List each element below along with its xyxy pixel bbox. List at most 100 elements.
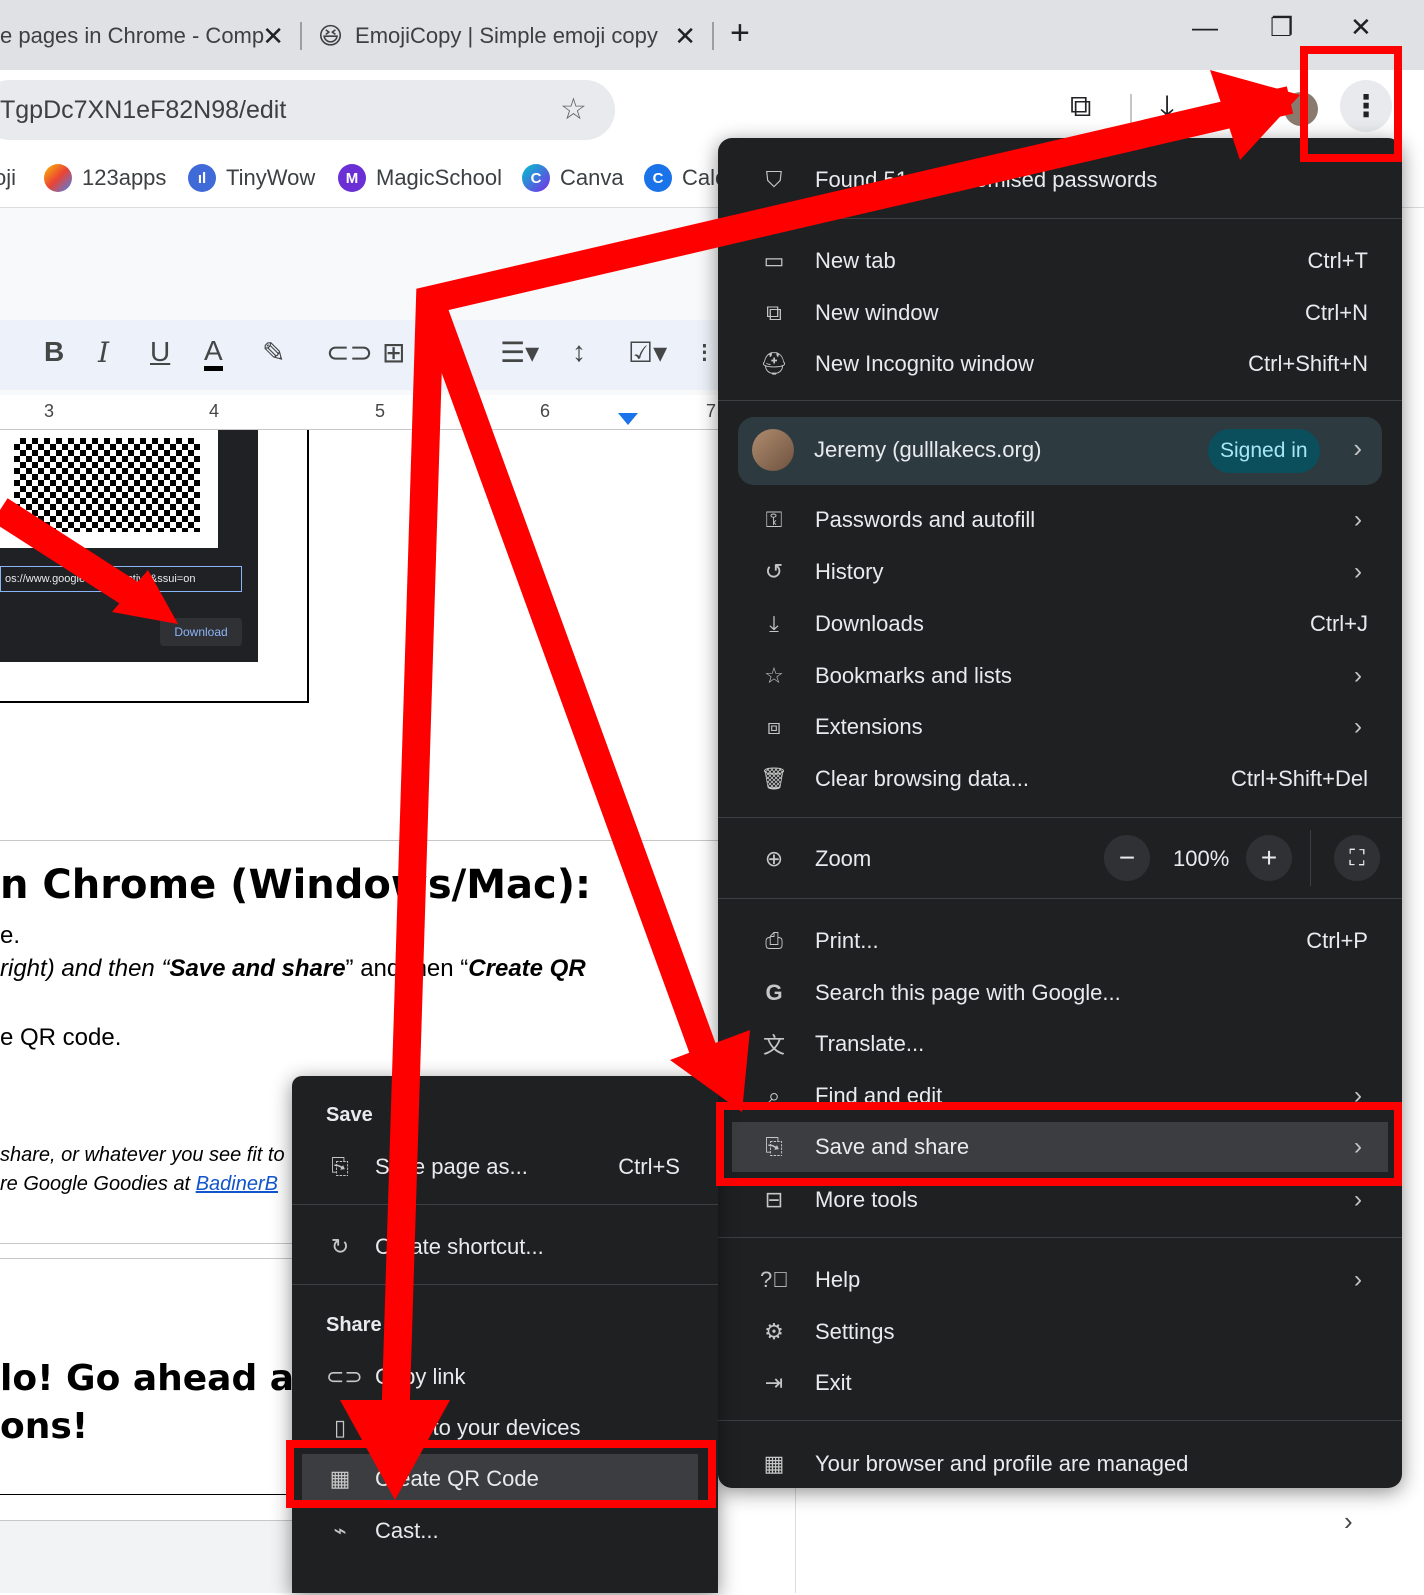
minimize-icon[interactable]: — [1192, 12, 1218, 43]
submenu-item-cast[interactable]: ⌁ Cast... [292, 1506, 718, 1556]
shortcut-icon: ↻ [330, 1234, 350, 1259]
profile-name: Jeremy (gulllakecs.org) [814, 437, 1042, 462]
restore-icon[interactable]: ❐ [1270, 12, 1293, 43]
tab-chrome-pages[interactable]: e pages in Chrome - Comp ✕ [0, 12, 290, 60]
menu-item-incognito[interactable]: ⛑ New Incognito window Ctrl+Shift+N [718, 339, 1402, 389]
align-icon[interactable]: ☰▾ [500, 336, 539, 369]
menu-item-managed[interactable]: ▦ Your browser and profile are managed [718, 1439, 1402, 1489]
chevron-right-icon: › [1354, 713, 1362, 740]
bookmark-magicschool[interactable]: M MagicSchool [338, 158, 502, 198]
embedded-screenshot [0, 1520, 300, 1593]
bold-button[interactable]: B [44, 336, 64, 368]
divider [0, 1243, 300, 1244]
divider [0, 1258, 300, 1259]
menu-item-new-tab[interactable]: ▭ New tab Ctrl+T [718, 236, 1402, 286]
toolbar-separator [1130, 94, 1132, 124]
menu-item-passwords[interactable]: ⚿ Passwords and autofill › [718, 495, 1402, 545]
italic-button[interactable]: I [98, 336, 109, 369]
bookmark-star-icon[interactable]: ☆ [560, 92, 587, 127]
menu-item-extensions[interactable]: ⧈ Extensions › [718, 702, 1402, 752]
menu-item-clear-data[interactable]: 🗑 Clear browsing data... Ctrl+Shift+Del [718, 754, 1402, 804]
menu-item-security[interactable]: ⛉ Found 51 compromised passwords [718, 155, 1402, 205]
line-spacing-icon[interactable]: ↕ [572, 336, 586, 368]
annotation-box-menu-button [1300, 46, 1402, 162]
menu-separator [718, 1237, 1402, 1238]
menu-item-downloads[interactable]: ⤓ Downloads Ctrl+J [718, 599, 1402, 649]
submenu-item-create-shortcut[interactable]: ↻ Create shortcut... [292, 1222, 718, 1272]
signed-in-badge: Signed in [1208, 429, 1320, 473]
translate-icon: 文 [762, 1033, 785, 1058]
menu-item-search-google[interactable]: G Search this page with Google... [718, 968, 1402, 1018]
menu-item-exit[interactable]: ⇥ Exit [718, 1358, 1402, 1408]
help-icon: ?⃝ [760, 1267, 789, 1292]
screencast-extension-icon[interactable]: ▶ [944, 92, 978, 126]
doc-line: e. [0, 922, 21, 949]
menu-separator [718, 1420, 1402, 1421]
checklist-icon[interactable]: ☑▾ [628, 336, 667, 369]
menu-item-translate[interactable]: 文 Translate... [718, 1019, 1402, 1069]
toolbox-icon: ⊟ [764, 1187, 784, 1212]
chevron-right-icon: › [1354, 662, 1362, 689]
text-color-button[interactable]: A [204, 336, 223, 371]
address-text: TgpDc7XN1eF82N98/edit [0, 95, 287, 124]
badiner-link[interactable]: BadinerB [196, 1173, 278, 1195]
insert-link-icon[interactable]: ⊂⊃ [326, 336, 373, 369]
b-extension-icon[interactable]: b [696, 92, 730, 126]
zoom-out-button[interactable]: − [1104, 835, 1150, 881]
bookmark-tinywow[interactable]: ıl TinyWow [188, 158, 315, 198]
adblock-extension-icon[interactable]: ABP [634, 92, 668, 126]
menu-item-history[interactable]: ↺ History › [718, 547, 1402, 597]
zoom-icon: ⊕ [764, 846, 784, 871]
tab-strip: e pages in Chrome - Comp ✕ 😆 EmojiCopy |… [0, 0, 1424, 70]
menu-item-new-window[interactable]: ⧉ New window Ctrl+N [718, 288, 1402, 338]
face-extension-icon[interactable]: ☺ [758, 92, 792, 126]
bullet-list-icon[interactable]: ⁝ [700, 336, 709, 369]
bookmark-emoji[interactable]: oji [0, 158, 16, 198]
highlight-pen-icon[interactable]: ✎ [262, 336, 285, 369]
download-icon[interactable]: ⤓ [1160, 88, 1174, 126]
menu-separator [718, 898, 1402, 899]
puzzle-icon: ⧈ [767, 714, 781, 739]
avatar [752, 429, 794, 471]
address-bar[interactable]: TgpDc7XN1eF82N98/edit [0, 80, 615, 140]
bookmark-canva[interactable]: C Canva [522, 158, 624, 198]
menu-item-settings[interactable]: ⚙ Settings [718, 1307, 1402, 1357]
menu-separator [292, 1284, 718, 1285]
submenu-item-save-page[interactable]: ⎘ Save page as... Ctrl+S [292, 1142, 718, 1192]
menu-profile-row[interactable]: Jeremy (gulllakecs.org) Signed in › [738, 417, 1382, 485]
window-close-icon[interactable]: ✕ [1350, 12, 1372, 43]
add-comment-icon[interactable]: ⊞ [382, 336, 405, 369]
submenu-item-copy-link[interactable]: ⊂⊃ Copy link [292, 1352, 718, 1402]
menu-item-help[interactable]: ?⃝ Help › [718, 1255, 1402, 1305]
menu-separator [718, 218, 1402, 219]
chevron-right-icon: › [1354, 1186, 1362, 1213]
color-extension-icon[interactable]: ✿ [820, 92, 854, 126]
chevron-right-icon[interactable]: › [1344, 1506, 1353, 1537]
menu-item-bookmarks[interactable]: ☆ Bookmarks and lists › [718, 651, 1402, 701]
close-icon[interactable]: ✕ [674, 21, 696, 52]
menu-separator [292, 1204, 718, 1205]
tinywow-icon: ıl [188, 164, 216, 192]
indent-marker[interactable] [618, 413, 638, 425]
underline-button[interactable]: U [150, 336, 170, 368]
zoom-in-button[interactable]: + [1246, 835, 1292, 881]
save-page-icon: ⎘ [331, 1154, 349, 1179]
tab-emojicopy[interactable]: 😆 EmojiCopy | Simple emoji copy ✕ [318, 12, 702, 60]
doc-line: e QR code. [0, 1024, 122, 1051]
bookmark-123apps[interactable]: 123apps [44, 158, 166, 198]
annotation-box-save-share [716, 1102, 1402, 1186]
key-icon: ⚿ [765, 507, 783, 532]
new-tab-button[interactable]: + [730, 14, 750, 53]
devices-icon: ▯ [333, 1415, 347, 1440]
asterisk-extension-icon[interactable]: ✱ [882, 92, 916, 126]
bookmark-calendar[interactable]: C Cale [644, 158, 727, 198]
close-icon[interactable]: ✕ [262, 21, 284, 52]
menu-item-print[interactable]: ⎙ Print... Ctrl+P [718, 916, 1402, 966]
chevron-right-icon: › [1354, 506, 1362, 533]
puzzle-extensions-icon[interactable]: ⧉ [1070, 90, 1091, 124]
link-icon: ⊂⊃ [326, 1364, 363, 1389]
zz-extension-icon[interactable]: zz [1006, 92, 1040, 126]
tab-title: e pages in Chrome - Comp [0, 23, 265, 48]
fullscreen-icon[interactable]: ⛶ [1334, 835, 1380, 881]
menu-separator [718, 400, 1402, 401]
